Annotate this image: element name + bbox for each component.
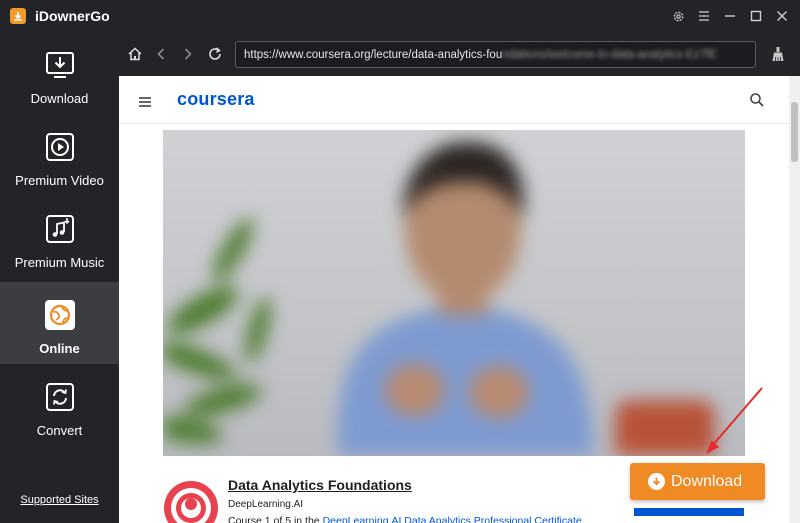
music-download-icon	[44, 213, 76, 245]
sidebar-item-download[interactable]: Download	[0, 32, 119, 114]
minimize-icon[interactable]	[720, 6, 740, 26]
sidebar-item-label: Download	[30, 91, 89, 106]
browser-toolbar: https://www.coursera.org/lecture/data-an…	[119, 32, 800, 76]
video-player[interactable]	[163, 130, 745, 456]
sidebar-item-label: Premium Video	[15, 173, 104, 188]
course-org: DeepLearning.AI	[228, 499, 304, 510]
clear-cache-icon[interactable]	[767, 43, 789, 65]
sidebar-item-label: Convert	[36, 423, 83, 438]
download-icon	[44, 49, 76, 81]
enroll-button[interactable]	[634, 508, 744, 516]
scroll-thumb[interactable]	[791, 102, 798, 162]
sidebar-item-premium-music[interactable]: Premium Music	[0, 196, 119, 278]
download-arrow-icon	[648, 473, 665, 490]
hamburger-menu-icon[interactable]	[139, 94, 151, 107]
maximize-icon[interactable]	[746, 6, 766, 26]
sidebar-item-online[interactable]: Online	[0, 282, 119, 364]
download-button[interactable]: Download	[630, 463, 765, 500]
sidebar-item-label: Premium Music	[14, 255, 105, 270]
video-frame-image	[163, 141, 715, 456]
url-blurred-text: ndations/welcome-to-data-analytics-Ez7fE	[502, 48, 718, 61]
scrollbar[interactable]	[789, 76, 800, 523]
site-header: coursera	[119, 76, 789, 124]
refresh-icon[interactable]	[204, 43, 226, 65]
back-icon[interactable]	[150, 43, 172, 65]
app-logo-icon	[10, 8, 26, 24]
web-view: coursera Data Analytics Foundations Deep…	[119, 76, 800, 523]
address-bar[interactable]: https://www.coursera.org/lecture/data-an…	[235, 41, 756, 68]
app-title: iDownerGo	[35, 8, 110, 24]
globe-icon	[44, 299, 76, 331]
convert-icon	[44, 381, 76, 413]
supported-sites-link[interactable]: Supported Sites	[0, 494, 119, 506]
course-subtitle: Course 1 of 5 in the DeepLearning.AI Dat…	[228, 515, 582, 523]
play-icon	[44, 131, 76, 163]
search-icon[interactable]	[749, 92, 765, 108]
settings-icon[interactable]	[668, 6, 688, 26]
url-text: https://www.coursera.org/lecture/data-an…	[244, 48, 503, 61]
coursera-logo[interactable]: coursera	[177, 89, 255, 110]
title-bar: iDownerGo	[0, 0, 800, 32]
menu-icon[interactable]	[694, 6, 714, 26]
forward-icon[interactable]	[177, 43, 199, 65]
deeplearning-logo-icon	[164, 481, 218, 523]
sidebar-item-label: Online	[39, 341, 80, 356]
home-icon[interactable]	[124, 43, 146, 65]
close-icon[interactable]	[772, 6, 792, 26]
download-button-label: Download	[671, 472, 743, 490]
sidebar: Download Premium Video Premium Music Onl…	[0, 32, 119, 523]
sidebar-item-premium-video[interactable]: Premium Video	[0, 114, 119, 196]
sidebar-item-convert[interactable]: Convert	[0, 364, 119, 446]
certificate-link[interactable]: DeepLearning.AI Data Analytics Professio…	[323, 515, 582, 523]
course-title-link[interactable]: Data Analytics Foundations	[228, 477, 412, 493]
